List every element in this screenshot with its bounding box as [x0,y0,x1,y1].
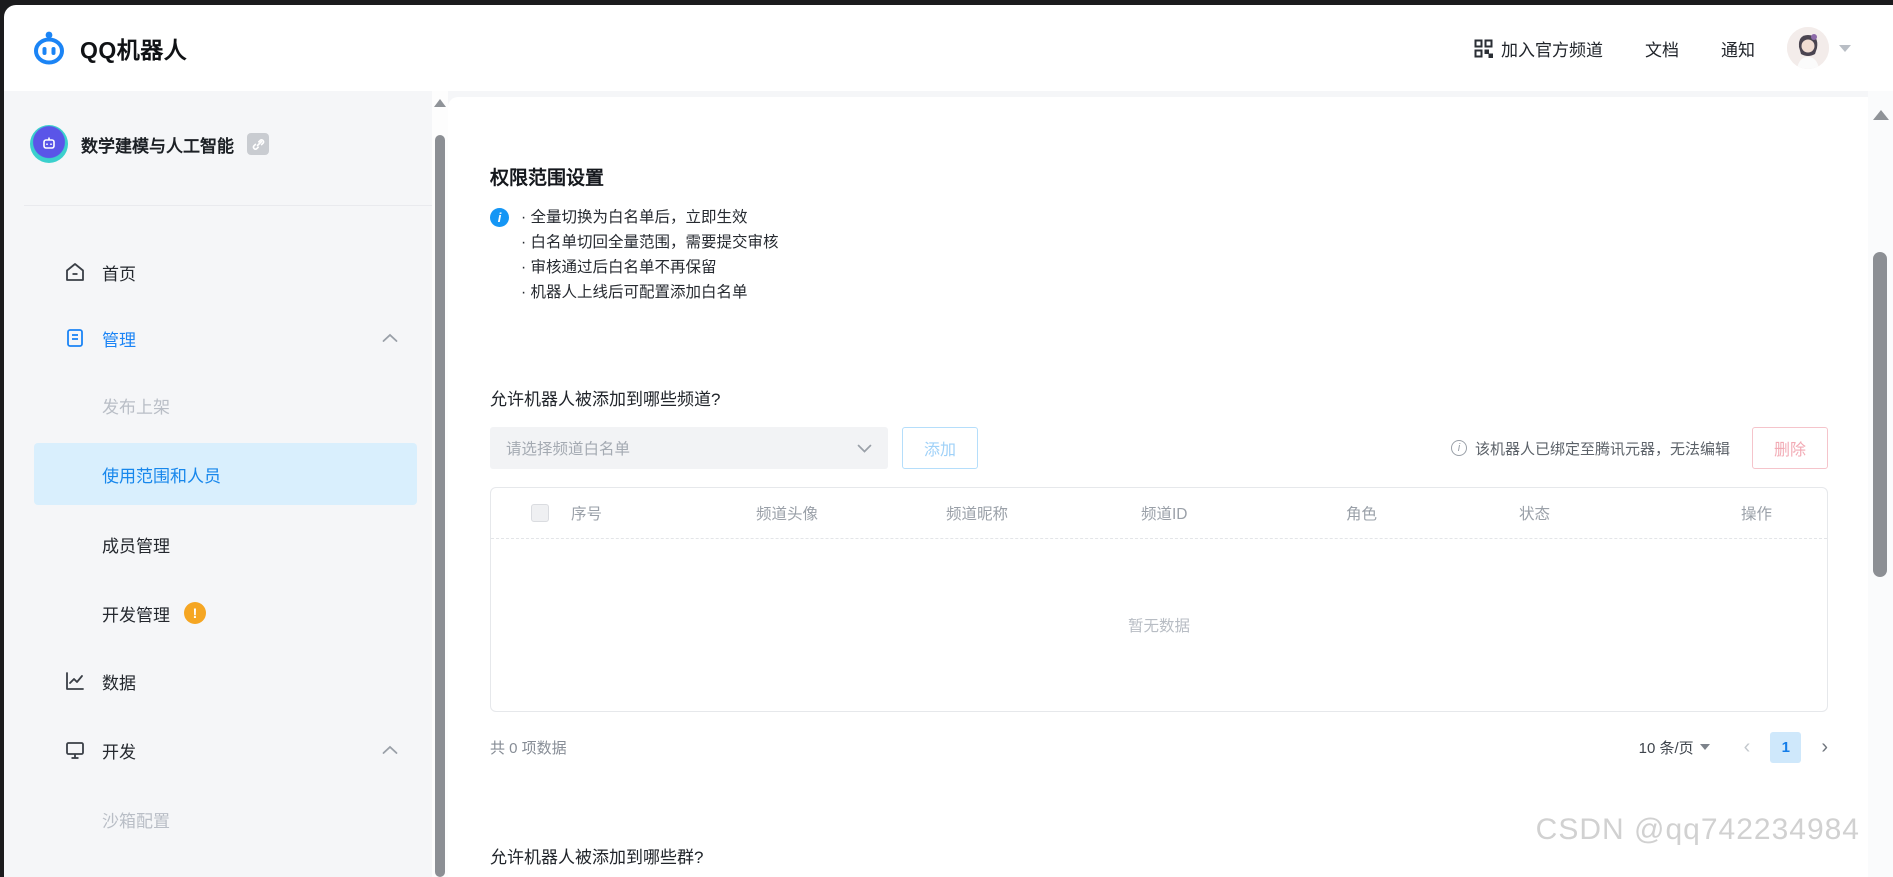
sidebar-item-label: 开发 [102,742,136,762]
warning-badge-icon: ! [184,602,206,624]
select-all-checkbox[interactable] [531,504,549,522]
scroll-up-arrow-icon[interactable] [434,99,446,107]
sidebar-item-label: 首页 [102,264,136,284]
sidebar-divider [24,205,432,206]
top-nav: 加入官方频道 文档 通知 [1474,27,1851,69]
sidebar-item-members[interactable]: 成员管理 [4,509,432,579]
channel-whitelist-select[interactable]: 请选择频道白名单 [490,427,888,469]
page-size-select[interactable]: 10 条/页 [1639,737,1710,758]
channel-question: 允许机器人被添加到哪些频道? [490,390,721,409]
notifications-link[interactable]: 通知 [1721,36,1755,61]
channel-controls: 请选择频道白名单 添加 i 该机器人已绑定至腾讯元器，无法编辑 删除 [490,427,1828,469]
scroll-up-arrow-icon[interactable] [1873,110,1889,120]
sidebar-item-publish[interactable]: 发布上架 [4,371,432,439]
docs-label: 文档 [1645,40,1679,60]
document-icon [64,327,86,349]
chevron-down-icon [857,444,872,453]
join-official-channel-link[interactable]: 加入官方频道 [1474,36,1603,61]
chart-icon [64,670,86,692]
sidebar-item-home[interactable]: 首页 [4,239,432,305]
chevron-down-icon [1699,744,1710,750]
bot-avatar [30,125,68,163]
pagination-total: 共 0 项数据 [490,739,567,757]
robot-logo-icon [28,27,70,69]
sidebar-item-label: 开发管理 [102,605,170,625]
locked-note: 该机器人已绑定至腾讯元器，无法编辑 [1474,440,1730,458]
delete-button[interactable]: 删除 [1752,427,1828,469]
add-button[interactable]: 添加 [902,427,978,469]
group-question: 允许机器人被添加到哪些群? [490,848,704,867]
chevron-down-icon [1839,44,1851,52]
next-page-button[interactable]: › [1821,736,1828,759]
prev-page-button[interactable]: ‹ [1744,736,1751,759]
chevron-up-icon[interactable] [382,745,398,755]
content-card: 权限范围设置 i · 全量切换为白名单后，立即生效 · 白名单切回全量范围，需要… [448,97,1868,877]
table-header-row: 序号 频道头像 频道昵称 频道ID 角色 状态 操作 [491,488,1827,539]
main-area: 权限范围设置 i · 全量切换为白名单后，立即生效 · 白名单切回全量范围，需要… [448,91,1868,877]
sidebar: 数学建模与人工智能 首页 管理 发布上架 使用范围和人员 成员管理 开发管理 !… [4,91,432,877]
column-header: 操作 [1741,506,1773,523]
sidebar-menu: 首页 管理 发布上架 使用范围和人员 成员管理 开发管理 ! 数据 开发 沙箱配… [4,239,432,853]
channel-table: 序号 频道头像 频道昵称 频道ID 角色 状态 操作 暂无数据 [490,487,1828,712]
sidebar-item-develop[interactable]: 开发 [4,715,432,785]
monitor-icon [64,739,86,761]
column-header: 序号 [571,506,603,523]
link-icon[interactable] [247,133,269,155]
column-header: 角色 [1346,506,1378,523]
sidebar-item-label: 沙箱配置 [102,811,170,831]
watermark: CSDN @qq742234984 [1535,813,1860,846]
column-header: 频道昵称 [946,506,1009,523]
notifications-label: 通知 [1721,40,1755,60]
sidebar-item-sandbox[interactable]: 沙箱配置 [4,785,432,853]
sidebar-item-manage[interactable]: 管理 [4,305,432,371]
notice-line: · 白名单切回全量范围，需要提交审核 [521,234,779,251]
scrollbar-thumb[interactable] [1873,252,1887,577]
column-header: 频道头像 [756,506,819,523]
sidebar-item-dev-manage[interactable]: 开发管理 ! [4,579,432,647]
sidebar-item-label: 成员管理 [102,536,170,556]
sidebar-item-label: 使用范围和人员 [102,466,221,486]
info-icon: i [490,208,509,227]
column-header: 状态 [1519,506,1551,523]
sidebar-item-data[interactable]: 数据 [4,647,432,715]
current-page-button[interactable]: 1 [1770,731,1802,763]
sidebar-item-scope-active[interactable]: 使用范围和人员 [34,443,417,505]
chevron-up-icon[interactable] [382,333,398,343]
page-title: 权限范围设置 [490,168,605,189]
scrollbar-thumb[interactable] [435,135,445,877]
notice-block: i · 全量切换为白名单后，立即生效 · 白名单切回全量范围，需要提交审核 · … [490,205,778,305]
content-scrollbar[interactable] [432,91,448,877]
app-logo[interactable]: QQ机器人 [28,27,187,69]
sidebar-item-label: 数据 [102,673,136,693]
locked-note-group: i 该机器人已绑定至腾讯元器，无法编辑 删除 [1450,427,1828,469]
notice-line: · 全量切换为白名单后，立即生效 [521,209,748,226]
info-outline-icon: i [1450,440,1467,456]
home-icon [64,261,86,283]
sidebar-item-label: 管理 [102,330,136,350]
docs-link[interactable]: 文档 [1645,36,1679,61]
qr-code-icon [1474,39,1493,58]
table-empty-state: 暂无数据 [1127,618,1190,635]
join-official-channel-label: 加入官方频道 [1501,40,1603,60]
window-scrollbar[interactable] [1868,91,1893,877]
user-avatar [1787,27,1829,69]
sidebar-item-label: 发布上架 [102,397,170,417]
notice-line: · 审核通过后白名单不再保留 [521,259,717,276]
bot-name: 数学建模与人工智能 [81,136,234,156]
page-size-label: 10 条/页 [1638,739,1694,757]
column-header: 频道ID [1141,506,1188,523]
app-title: QQ机器人 [80,37,188,63]
top-header: QQ机器人 加入官方频道 文档 通知 [4,5,1893,91]
notice-line: · 机器人上线后可配置添加白名单 [521,284,748,301]
user-menu[interactable] [1787,27,1851,69]
bot-identity: 数学建模与人工智能 [30,125,269,163]
select-placeholder: 请选择频道白名单 [506,441,631,458]
pagination: 共 0 项数据 10 条/页 ‹ 1 › [490,729,1828,765]
